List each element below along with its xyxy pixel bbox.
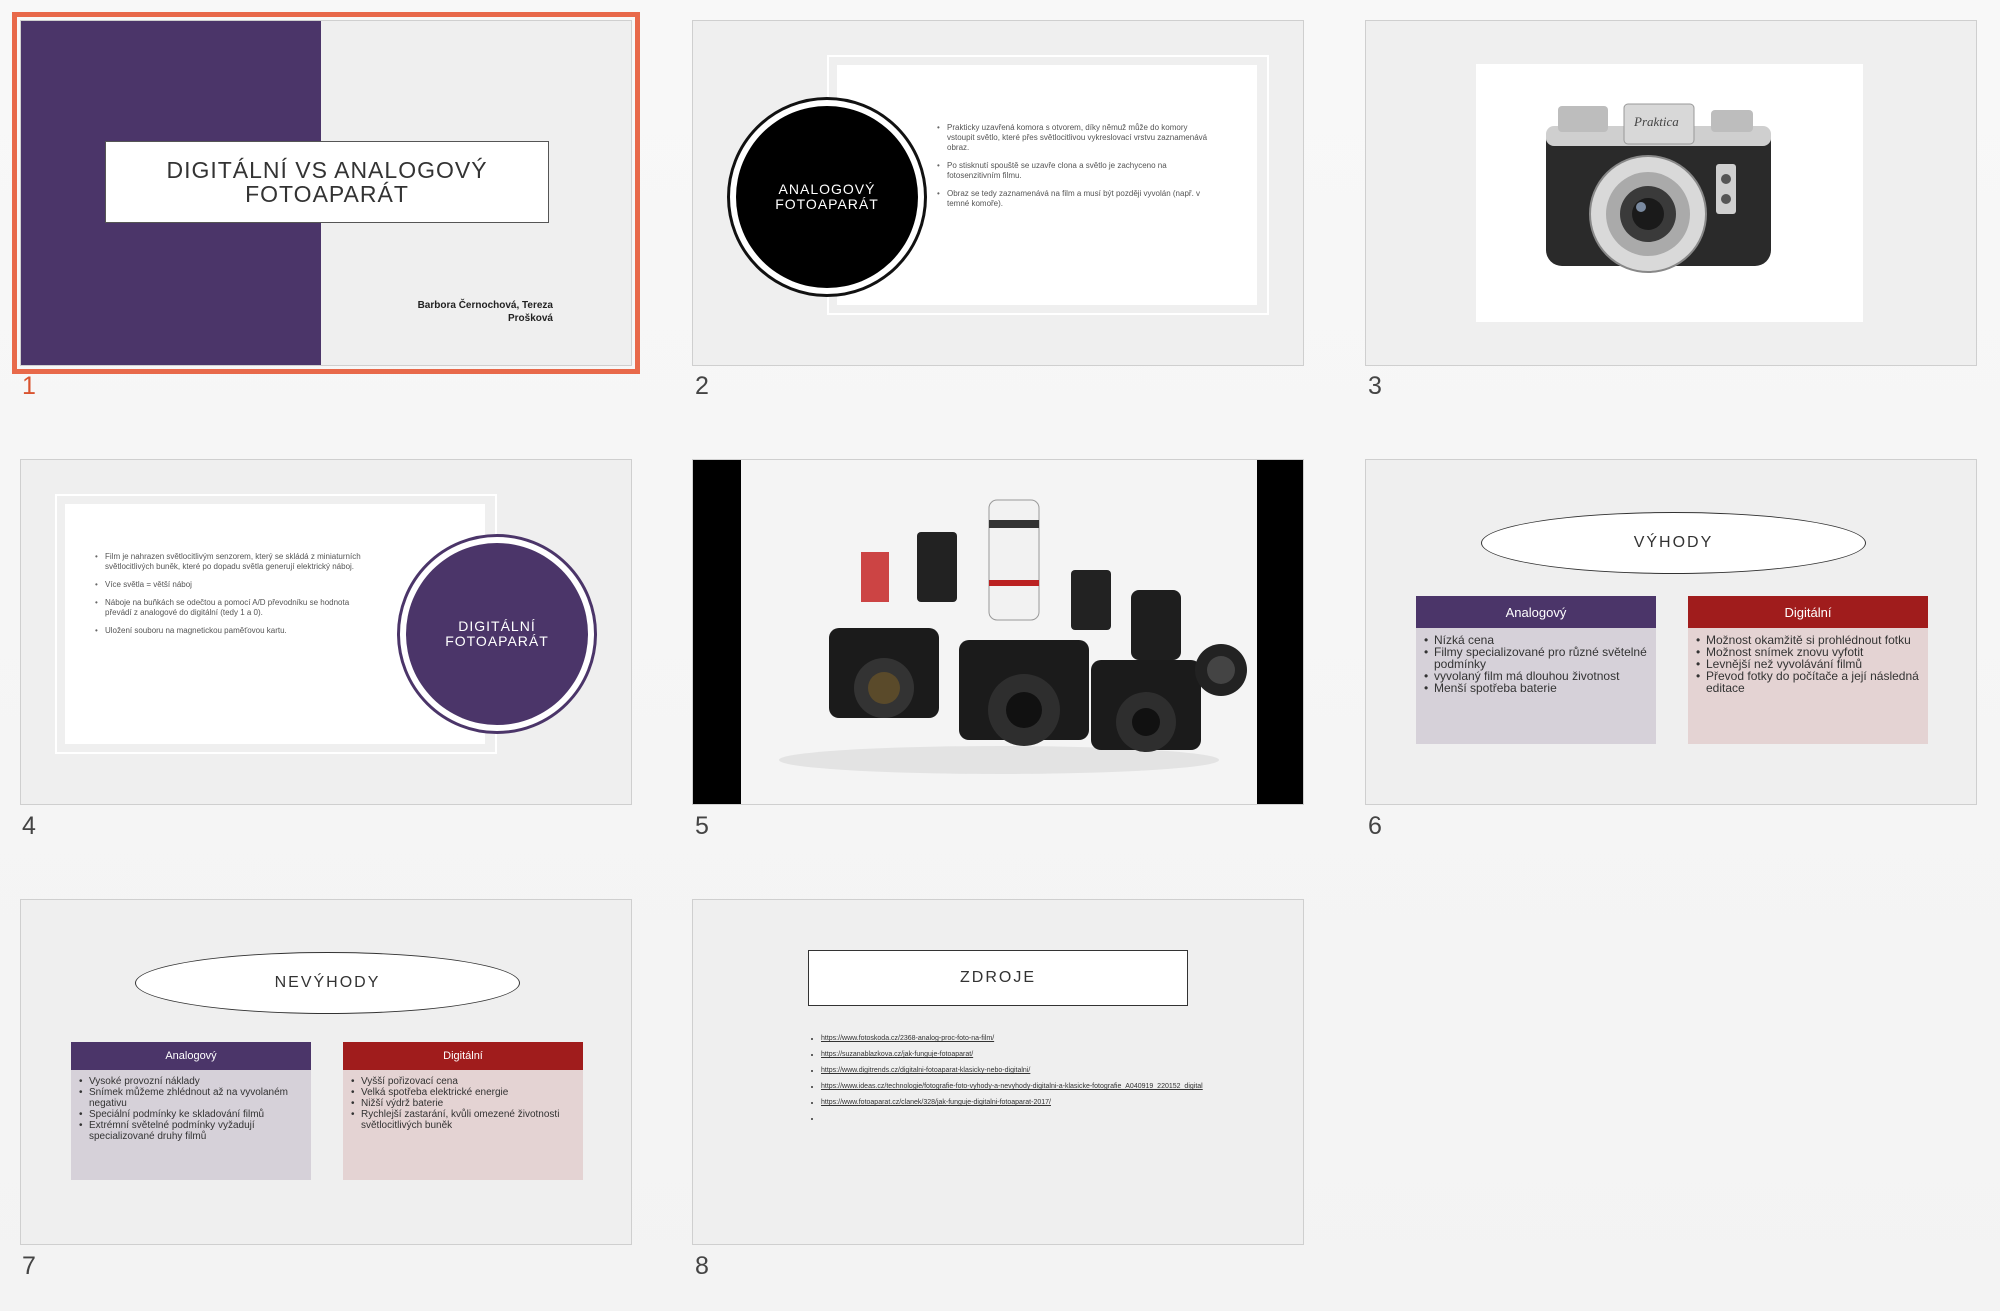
bullet: Film je nahrazen světlocitlivým senzorem… [95,552,370,572]
slide-1-authors: Barbora Černochová, Tereza Prošková [417,300,553,324]
slide-7-right-header: Digitální [343,1042,583,1070]
source-link[interactable]: https://www.digitrends.cz/digitalni-foto… [821,1066,1221,1075]
bullet: Po stisknutí spouště se uzavře clona a s… [937,161,1212,181]
slide-number-6: 6 [1368,812,1382,840]
vintage-camera-icon: Praktica [1546,103,1771,273]
slide-thumbnail-5[interactable] [692,459,1304,805]
slide-6-left-body: Nízká cena Filmy specializované pro různ… [1416,628,1656,744]
camera-brand-text: Praktica [1633,114,1679,129]
slide-thumbnail-6[interactable]: VÝHODY Analogový Nízká cena Filmy specia… [1365,459,1977,805]
slide-6-right-header: Digitální [1688,596,1928,628]
slide-7-heading: NEVÝHODY [135,952,520,1014]
slide-2-bullets: Prakticky uzavřená komora s otvorem, dík… [937,123,1212,217]
list-item: Extrémní světelné podmínky vyžadují spec… [79,1120,303,1142]
slide-6-left-header: Analogový [1416,596,1656,628]
source-link[interactable]: https://www.fotoaparat.cz/clanek/328/jak… [821,1098,1221,1107]
slide-4-circle: DIGITÁLNÍ FOTOAPARÁT [406,543,588,725]
source-link[interactable]: https://www.ideas.cz/technologie/fotogra… [821,1082,1221,1091]
slide-thumbnail-8[interactable]: ZDROJE https://www.fotoskoda.cz/2368-ana… [692,899,1304,1245]
slide-thumbnail-7[interactable]: NEVÝHODY Analogový Vysoké provozní nákla… [20,899,632,1245]
list-item: Nižší výdrž baterie [351,1098,575,1109]
slide-3-photo: Praktica [1476,64,1863,322]
slide-number-8: 8 [695,1252,709,1280]
bullet: Prakticky uzavřená komora s otvorem, dík… [937,123,1212,153]
list-item: Menší spotřeba baterie [1424,682,1648,694]
slide-7-right-body: Vyšší pořizovací cena Velká spotřeba ele… [343,1070,583,1180]
bullet: Více světla = větší náboj [95,580,370,590]
slide-4-bullets: Film je nahrazen světlocitlivým senzorem… [95,552,370,644]
bullet: Náboje na buňkách se odečtou a pomocí A/… [95,598,370,618]
list-item: Převod fotky do počítače a její následná… [1696,670,1920,694]
list-item: Rychlejší zastarání, kvůli omezené život… [351,1109,575,1131]
slide-thumbnail-4[interactable]: Film je nahrazen světlocitlivým senzorem… [20,459,632,805]
list-item: Vyšší pořizovací cena [351,1076,575,1087]
source-link[interactable]: https://www.fotoskoda.cz/2368-analog-pro… [821,1034,1221,1043]
slide-number-4: 4 [22,812,36,840]
slide-1-title: DIGITÁLNÍ VS ANALOGOVÝ FOTOAPARÁT [105,141,549,223]
slide-7-left-body: Vysoké provozní náklady Snímek můžeme zh… [71,1070,311,1180]
slide-number-1: 1 [22,372,36,400]
slide-number-7: 7 [22,1252,36,1280]
slide-thumbnail-1[interactable]: DIGITÁLNÍ VS ANALOGOVÝ FOTOAPARÁT Barbor… [12,12,640,374]
slide-number-2: 2 [695,372,709,400]
slide-number-3: 3 [1368,372,1382,400]
slide-6-right-body: Možnost okamžitě si prohlédnout fotku Mo… [1688,628,1928,744]
bullet: Uložení souboru na magnetickou paměťovou… [95,626,370,636]
list-item: Vysoké provozní náklady [79,1076,303,1087]
slide-number-5: 5 [695,812,709,840]
slide-8-links: https://www.fotoskoda.cz/2368-analog-pro… [811,1034,1221,1130]
slide-thumbnail-3[interactable]: Praktica [1365,20,1977,366]
slide-7-left-header: Analogový [71,1042,311,1070]
list-item: Velká spotřeba elektrické energie [351,1087,575,1098]
slide-6-heading: VÝHODY [1481,512,1866,574]
dslr-cameras-icon [779,499,1247,774]
slide-thumbnail-2[interactable]: Prakticky uzavřená komora s otvorem, dík… [692,20,1304,366]
source-link-empty [821,1114,1221,1123]
slide-5-photo [741,460,1257,804]
source-link[interactable]: https://suzanablazkova.cz/jak-funguje-fo… [821,1050,1221,1059]
slide-2-circle: ANALOGOVÝ FOTOAPARÁT [736,106,918,288]
list-item: Speciální podmínky ke skladování filmů [79,1109,303,1120]
list-item: Filmy specializované pro různé světelné … [1424,646,1648,670]
slide-8-heading: ZDROJE [808,950,1188,1006]
list-item: Snímek můžeme zhlédnout až na vyvolaném … [79,1087,303,1109]
bullet: Obraz se tedy zaznamenává na film a musí… [937,189,1212,209]
